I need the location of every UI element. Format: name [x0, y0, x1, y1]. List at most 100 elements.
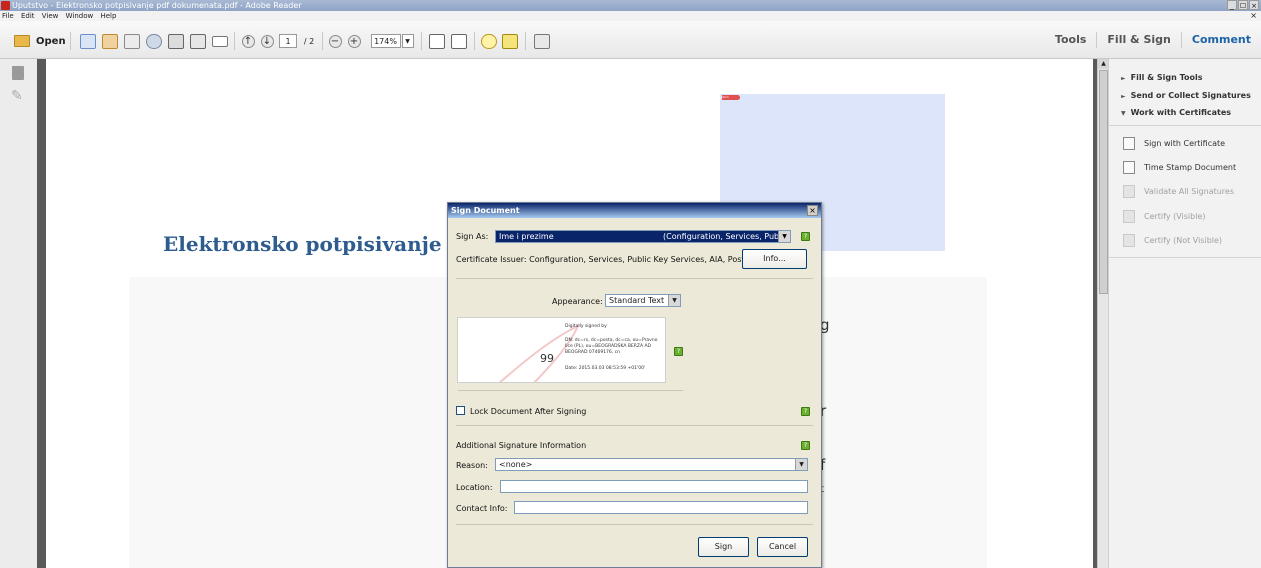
page-thumbnails-icon[interactable]	[12, 66, 24, 80]
sign-button[interactable]: Sign	[698, 537, 749, 557]
fit-page-button[interactable]	[428, 32, 446, 50]
help-icon[interactable]: ?	[801, 232, 810, 241]
fit-width-button[interactable]	[450, 32, 468, 50]
save-icon	[168, 33, 184, 49]
combine-files-icon	[102, 33, 118, 49]
help-icon[interactable]: ?	[801, 441, 810, 450]
email-icon	[212, 35, 228, 47]
minimize-button[interactable]: _	[1227, 0, 1237, 10]
attachment-paperclip-icon[interactable]: ✎	[11, 88, 25, 104]
tools-pane: ► Fill & Sign Tools ► Send or Collect Sign…	[1108, 59, 1261, 568]
section-work-with-certificates[interactable]: ▼ Work with Certificates	[1121, 108, 1231, 117]
zoom-select[interactable]: 174% ▼	[369, 32, 415, 50]
cloud-button[interactable]	[145, 32, 163, 50]
next-page-button[interactable]: ↓	[259, 32, 275, 50]
validate-icon	[1123, 184, 1135, 198]
signature-appearance-preview: 99 Digitally signed by DN: dc=rs, dc=pos…	[457, 317, 666, 383]
cancel-button[interactable]: Cancel	[757, 537, 808, 557]
sign-as-detail: (Configuration, Services, Public Ke	[663, 232, 791, 241]
tab-fill-sign[interactable]: Fill & Sign	[1096, 31, 1180, 48]
section-send-collect-signatures[interactable]: ► Send or Collect Signatures	[1121, 91, 1251, 100]
location-label: Location:	[456, 483, 493, 492]
tab-comment[interactable]: Comment	[1180, 31, 1261, 48]
sign-with-certificate-item[interactable]: Sign with Certificate	[1123, 135, 1225, 151]
validate-all-signatures-item[interactable]: Validate All Signatures	[1123, 183, 1234, 199]
zoom-in-button[interactable]: +	[346, 32, 362, 50]
print-button[interactable]	[189, 32, 207, 50]
zoom-value: 174%	[370, 34, 401, 48]
menu-edit[interactable]: Edit	[21, 12, 35, 20]
time-stamp-document-item[interactable]: Time Stamp Document	[1123, 159, 1236, 175]
edit-button[interactable]	[123, 32, 141, 50]
speech-bubble-icon	[481, 33, 497, 49]
print-icon	[190, 33, 206, 49]
document-heading: Elektronsko potpisivanje	[163, 232, 442, 256]
reason-label: Reason:	[456, 461, 488, 470]
cloud-icon	[146, 33, 162, 49]
maximize-button[interactable]: ☐	[1238, 0, 1248, 10]
window-title: Uputstvo - Elektronsko potpisivanje pdf …	[12, 1, 302, 10]
save-button[interactable]	[167, 32, 185, 50]
comment-button[interactable]	[480, 32, 498, 50]
fit-width-icon	[451, 33, 467, 49]
certify-visible-item[interactable]: Certify (Visible)	[1123, 208, 1205, 224]
triangle-right-icon: ►	[1121, 75, 1126, 82]
chevron-down-icon: ▼	[795, 459, 807, 470]
contact-info-input[interactable]	[514, 501, 808, 514]
additional-info-label: Additional Signature Information	[456, 441, 587, 450]
help-icon[interactable]: ?	[674, 347, 683, 356]
zoom-out-button[interactable]: −	[327, 32, 343, 50]
info-button[interactable]: Info...	[742, 249, 807, 269]
certify-not-visible-item[interactable]: Certify (Not Visible)	[1123, 232, 1222, 248]
fit-page-icon	[429, 33, 445, 49]
page-number-input[interactable]: 1	[279, 34, 297, 48]
main-toolbar: Open ↑ ↓ 1 / 2 − + 174% ▼ Tools Fill & S…	[0, 21, 1261, 59]
open-button[interactable]: Open	[14, 32, 66, 50]
expand-button[interactable]	[533, 32, 551, 50]
preview-line: Date: 2015.03.03 08:53:59 +01'00'	[565, 366, 646, 371]
menu-file[interactable]: File	[2, 12, 14, 20]
preview-line: Digitally signed by	[565, 324, 607, 329]
triangle-right-icon: ►	[1121, 93, 1126, 100]
scrollbar-thumb[interactable]	[1099, 70, 1108, 294]
signature-name-large: 99	[540, 352, 554, 365]
chevron-down-icon: ▼	[668, 295, 680, 306]
sign-document-dialog: Sign Document × Sign As: Ime i prezime (…	[447, 202, 822, 568]
appearance-label: Appearance:	[552, 297, 603, 306]
combine-button[interactable]	[101, 32, 119, 50]
signature-watermark-icon	[498, 323, 581, 382]
edit-document-icon	[124, 33, 140, 49]
dialog-close-button[interactable]: ×	[807, 205, 818, 216]
sign-as-select[interactable]: Ime i prezime (Configuration, Services, …	[495, 230, 791, 243]
certify-icon	[1123, 209, 1135, 223]
arrow-up-icon: ↑	[241, 34, 255, 48]
appearance-select[interactable]: Standard Text ▼	[605, 294, 681, 307]
highlight-button[interactable]	[501, 32, 519, 50]
adobe-reader-icon	[1, 1, 10, 10]
create-pdf-button[interactable]	[79, 32, 97, 50]
page-total: / 2	[303, 36, 315, 46]
section-fill-sign-tools[interactable]: ► Fill & Sign Tools	[1121, 73, 1202, 82]
menu-view[interactable]: View	[42, 12, 59, 20]
previous-page-button[interactable]: ↑	[240, 32, 256, 50]
chevron-down-icon: ▼	[778, 231, 790, 242]
reason-select[interactable]: <none> ▼	[495, 458, 808, 471]
document-close-icon[interactable]: ×	[1250, 11, 1257, 21]
clock-icon	[1123, 160, 1135, 174]
lock-document-checkbox[interactable]	[456, 406, 465, 415]
location-input[interactable]	[500, 480, 808, 493]
triangle-down-icon: ▼	[1121, 110, 1126, 117]
pen-icon	[1123, 136, 1135, 150]
open-label: Open	[36, 35, 66, 47]
arrow-down-icon: ↓	[260, 34, 274, 48]
email-button[interactable]	[211, 32, 229, 50]
ribbon-icon	[1123, 233, 1135, 247]
close-button[interactable]: ×	[1249, 0, 1259, 10]
help-icon[interactable]: ?	[801, 407, 810, 416]
expand-icon	[534, 33, 550, 49]
menu-help[interactable]: Help	[100, 12, 116, 20]
chevron-down-icon: ▼	[401, 34, 414, 48]
minus-icon: −	[328, 34, 342, 48]
menu-window[interactable]: Window	[66, 12, 94, 20]
tab-tools[interactable]: Tools	[1045, 32, 1096, 48]
